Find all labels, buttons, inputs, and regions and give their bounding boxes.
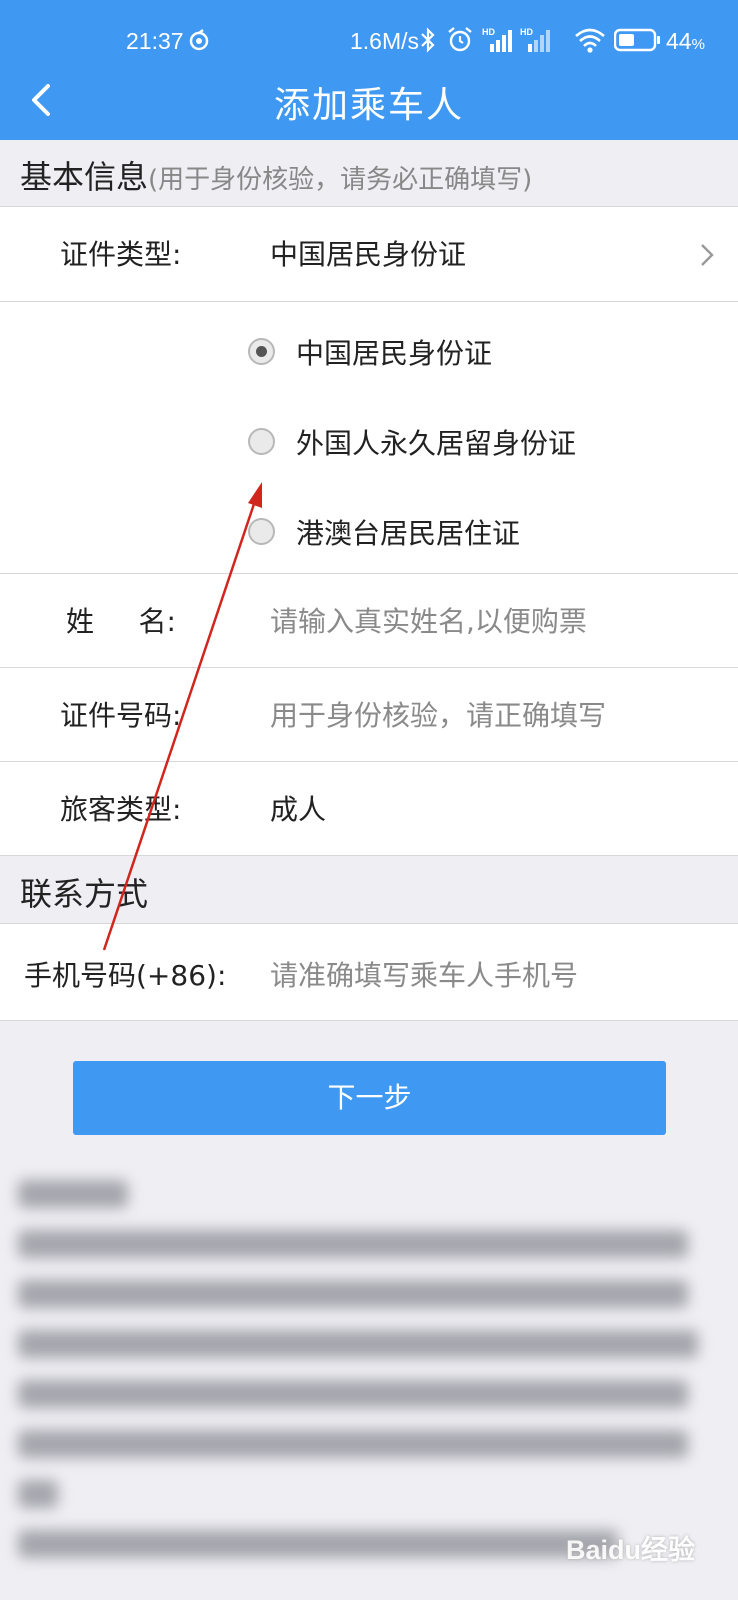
phone-input[interactable]: 请准确填写乘车人手机号	[270, 954, 578, 994]
battery-percent: 44%	[666, 28, 705, 54]
battery-icon	[614, 28, 660, 52]
page-title: 添加乘车人	[273, 85, 464, 126]
wifi-icon	[575, 28, 605, 53]
network-speed: 1.6M/s	[350, 28, 420, 54]
svg-text:HD: HD	[482, 27, 495, 37]
phone-label: 手机号码(+86):	[24, 959, 227, 992]
baidu-watermark: Baidu经验	[566, 1535, 696, 1565]
basic-info-heading: 基本信息(用于身份核验，请务必正确填写)	[20, 158, 533, 196]
blurred-notes	[18, 1180, 708, 1560]
signal-hd-icon: HD	[482, 27, 512, 52]
id-number-input[interactable]: 用于身份核验，请正确填写	[270, 694, 606, 734]
passenger-type-row[interactable]: 旅客类型: 成人	[0, 762, 738, 856]
option-label: 外国人永久居留身份证	[296, 427, 577, 460]
status-time: 21:37	[126, 28, 184, 54]
option-label: 中国居民身份证	[296, 337, 493, 370]
status-bar: 21:37 1.6M/s HD HD 44%	[0, 0, 738, 82]
radio-unselected[interactable]	[248, 518, 275, 545]
signal-hd-icon: HD	[520, 27, 550, 52]
contact-heading: 联系方式	[20, 875, 149, 913]
chevron-right-icon	[701, 244, 714, 266]
alarm-icon	[448, 27, 472, 52]
sync-icon	[189, 29, 209, 51]
id-number-label: 证件号码:	[60, 699, 182, 732]
next-button[interactable]: 下一步	[73, 1061, 666, 1135]
radio-unselected[interactable]	[248, 428, 275, 455]
name-label: 姓 名:	[66, 605, 176, 638]
svg-text:HD: HD	[520, 27, 533, 37]
passenger-type-value: 成人	[270, 793, 327, 826]
passenger-type-label: 旅客类型:	[60, 793, 182, 826]
id-type-value: 中国居民身份证	[270, 238, 467, 271]
phone-row[interactable]: 手机号码(+86): 请准确填写乘车人手机号	[0, 923, 738, 1021]
name-input[interactable]: 请输入真实姓名,以便购票	[270, 600, 587, 640]
id-type-label: 证件类型:	[60, 238, 182, 271]
id-number-row[interactable]: 证件号码: 用于身份核验，请正确填写	[0, 668, 738, 762]
name-row[interactable]: 姓 名: 请输入真实姓名,以便购票	[0, 574, 738, 668]
id-type-options: 中国居民身份证 外国人永久居留身份证 港澳台居民居住证	[0, 302, 738, 574]
radio-selected[interactable]	[248, 338, 275, 365]
top-bar: 21:37 1.6M/s HD HD 44% 添加乘车人	[0, 0, 738, 140]
id-type-row[interactable]: 证件类型: 中国居民身份证	[0, 206, 738, 302]
basic-info-header: 基本信息(用于身份核验，请务必正确填写)	[0, 140, 738, 206]
contact-header: 联系方式	[0, 857, 738, 923]
basic-info-hint: (用于身份核验，请务必正确填写)	[148, 165, 533, 195]
option-label: 港澳台居民居住证	[296, 517, 521, 550]
bluetooth-icon	[421, 27, 435, 53]
